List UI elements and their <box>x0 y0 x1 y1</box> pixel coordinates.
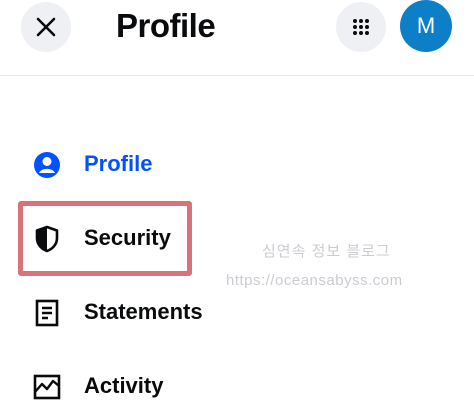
sidebar-item-activity[interactable]: Activity <box>0 360 474 406</box>
activity-chart-icon <box>32 372 62 402</box>
sidebar-item-statements[interactable]: Statements <box>0 286 474 338</box>
page-title: Profile <box>116 7 216 44</box>
watermark-title: 심연속 정보 블로그 <box>262 243 391 260</box>
sidebar-item-label: Statements <box>84 299 203 324</box>
close-icon <box>36 17 56 37</box>
sidebar-item-label: Activity <box>84 373 164 398</box>
sidebar-item-profile[interactable]: Profile <box>0 138 474 190</box>
top-bar: Profile M <box>0 0 474 76</box>
document-icon <box>32 298 62 328</box>
sidebar-item-label: Profile <box>84 151 153 176</box>
highlight-annotation <box>18 201 192 276</box>
close-button[interactable] <box>21 2 71 52</box>
grid-icon <box>353 19 369 35</box>
avatar[interactable]: M <box>400 0 452 52</box>
watermark-url: https://oceansabyss.com <box>226 272 403 289</box>
user-circle-icon <box>32 150 62 180</box>
apps-button[interactable] <box>336 2 386 52</box>
